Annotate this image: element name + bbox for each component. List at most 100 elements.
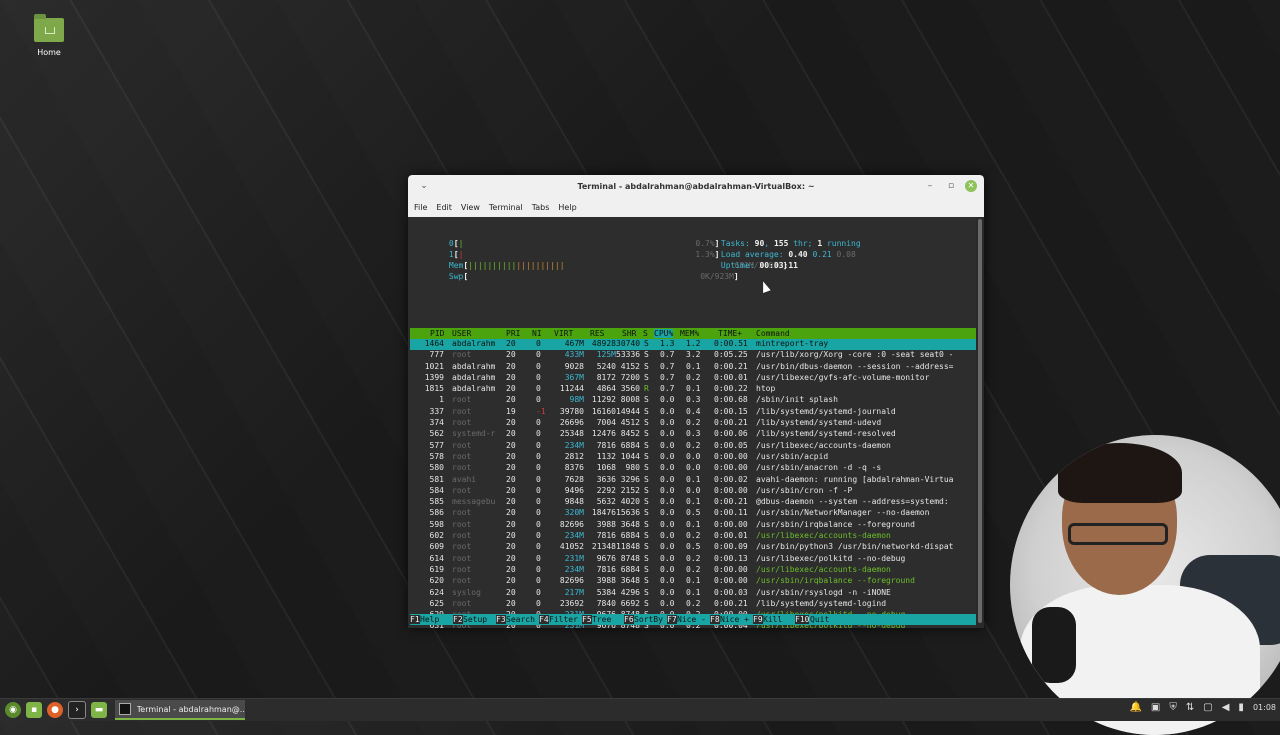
process-row[interactable]: 577 root 20 0 234M 7816 6884 S 0.0 0.2 0:00.05/usr…: [410, 441, 976, 452]
process-row[interactable]: 609 root 20 0 41052 21348 11848 S 0.0 0.5 0:00.09 /…: [410, 542, 976, 553]
minimize-button[interactable]: –: [924, 180, 936, 192]
firefox-icon[interactable]: ●: [47, 702, 63, 718]
process-row[interactable]: 578 root 20 0 2812 1132 1044 S 0.0 0.0 0:00.00/usr…: [410, 452, 976, 463]
menu-view[interactable]: View: [461, 203, 480, 212]
process-row[interactable]: 1464 abdalrahm 20 0 467M 48928 30740 S 1.3 1.2 0:0…: [410, 339, 976, 351]
process-row[interactable]: 602 root 20 0 234M 7816 6884 S 0.0 0.2 0:00.01/usr…: [410, 531, 976, 542]
menu-tabs[interactable]: Tabs: [532, 203, 550, 212]
cell-s: S: [644, 372, 649, 382]
fkey-f5[interactable]: F5: [582, 615, 592, 624]
process-row[interactable]: 581 avahi 20 0 7628 3636 3296 S 0.0 0.1 0:00.02 ava…: [410, 475, 976, 486]
process-row[interactable]: 1021 abdalrahm 20 0 9028 5240 4152 S 0.7 0.1 0:00.…: [410, 362, 976, 373]
fkey-f10[interactable]: F10: [795, 615, 810, 624]
process-row[interactable]: 624 syslog 20 0 217M 5384 4296 S 0.0 0.1 0:00.03/u…: [410, 588, 976, 599]
process-row[interactable]: 337 root 19 -1 39780 16160 14944 S 0.0 0.4 0:00.15…: [410, 407, 976, 418]
mint-menu-icon[interactable]: ◉: [5, 702, 21, 718]
fkey-f2[interactable]: F2: [453, 615, 463, 624]
fkey-label[interactable]: Nice -: [677, 615, 706, 624]
col-time[interactable]: TIME+: [718, 329, 742, 338]
person-hair: [1058, 443, 1182, 503]
col-res[interactable]: RES: [590, 329, 604, 338]
process-row[interactable]: 584 root 20 0 9496 2292 2152 S 0.0 0.0 0:00.00/usr…: [410, 486, 976, 497]
process-row[interactable]: 585 messagebu 20 0 9848 5632 4020 S 0.0 0.1 0:00.2…: [410, 497, 976, 508]
volume-icon[interactable]: ◀: [1222, 702, 1230, 713]
process-row[interactable]: 1 root 20 0 98M 11292 8008 S 0.0 0.3 0:00.68/sbin/…: [410, 395, 976, 406]
menu-help[interactable]: Help: [558, 203, 576, 212]
col-s[interactable]: S: [643, 329, 648, 338]
cell-virt: 320M: [564, 508, 584, 518]
col-pid[interactable]: PID: [430, 329, 444, 338]
fkey-f9[interactable]: F9: [753, 615, 763, 624]
process-row[interactable]: 614 root 20 0 231M 9676 8748 S 0.0 0.2 0:00.13/usr…: [410, 554, 976, 565]
process-row[interactable]: 562 systemd-r 20 0 25348 12476 8452 S 0.0 0.3 0:00…: [410, 429, 976, 440]
cell-time: 0:00.21: [714, 418, 748, 428]
cell-cpu: 0.0: [660, 587, 675, 597]
process-row[interactable]: 1399 abdalrahm 20 0 367M 8172 7200 S 0.7 0.2 0:00.…: [410, 373, 976, 384]
process-row[interactable]: 625 root 20 0 23692 7840 6692 S 0.0 0.2 0:00.21/li…: [410, 599, 976, 610]
fkey-label[interactable]: Search: [506, 615, 535, 624]
col-user[interactable]: USER: [452, 329, 471, 338]
process-row[interactable]: 620 root 20 0 82696 3988 3648 S 0.0 0.1 0:00.00/us…: [410, 576, 976, 587]
fkey-label[interactable]: SortBy: [634, 615, 663, 624]
fkey-label[interactable]: Help: [420, 615, 439, 624]
cell-pri: 20: [506, 339, 516, 348]
menu-file[interactable]: File: [414, 203, 427, 212]
col-cpu[interactable]: CPU%: [654, 329, 674, 338]
cell-ni: 0: [536, 384, 541, 394]
fkey-f6[interactable]: F6: [624, 615, 634, 624]
cell-shr: 6884: [620, 531, 640, 541]
col-pri[interactable]: PRI: [506, 329, 520, 338]
cell-user: root: [452, 395, 472, 405]
menu-terminal[interactable]: Terminal: [489, 203, 523, 212]
update-icon[interactable]: ▢: [1203, 702, 1212, 713]
cell-user: avahi: [452, 474, 477, 484]
process-row[interactable]: 374 root 20 0 26696 7004 4512 S 0.0 0.2 0:00.21/li…: [410, 418, 976, 429]
process-row[interactable]: 619 root 20 0 234M 7816 6884 S 0.0 0.2 0:00.00/usr…: [410, 565, 976, 576]
clipboard-icon[interactable]: ▣: [1151, 702, 1160, 713]
clock[interactable]: 01:08: [1253, 703, 1276, 712]
cell-shr: 4296: [620, 587, 640, 597]
taskbar-terminal-item[interactable]: Terminal - abdalrahman@...: [115, 700, 245, 720]
col-shr[interactable]: SHR: [622, 329, 636, 338]
shield-icon[interactable]: ⛨: [1169, 702, 1177, 713]
fkey-label[interactable]: Tree: [592, 615, 611, 624]
col-ni[interactable]: NI: [532, 329, 542, 338]
htop-terminal[interactable]: 0[| 0.7%] 1[| 1.3%] Mem[||||||||||||||||||…: [408, 217, 976, 628]
fkey-label[interactable]: Setup: [463, 615, 487, 624]
maximize-button[interactable]: ▫: [945, 180, 957, 192]
menu-edit[interactable]: Edit: [436, 203, 452, 212]
process-row[interactable]: 1815 abdalrahm 20 0 11244 4864 3560 R 0.7 0.1 0:00…: [410, 384, 976, 395]
fkey-f8[interactable]: F8: [710, 615, 720, 624]
col-mem[interactable]: MEM%: [680, 329, 699, 338]
terminal-launcher-icon[interactable]: ›: [68, 701, 86, 719]
network-icon[interactable]: ⇅: [1186, 702, 1194, 713]
uptime-prefix: Uptime:: [720, 261, 755, 270]
fkey-label[interactable]: Kill: [763, 615, 782, 624]
fkey-label[interactable]: Quit: [810, 615, 829, 624]
fkey-f1[interactable]: F1: [410, 615, 420, 624]
process-row[interactable]: 598 root 20 0 82696 3988 3648 S 0.0 0.1 0:00.00/us…: [410, 520, 976, 531]
cell-cpu: 1.3: [660, 339, 675, 348]
fkey-f3[interactable]: F3: [496, 615, 506, 624]
files-icon[interactable]: ▬: [91, 702, 107, 718]
cell-user: root: [452, 531, 472, 541]
fkey-f7[interactable]: F7: [667, 615, 677, 624]
show-desktop-icon[interactable]: ▪: [26, 702, 42, 718]
home-folder-icon[interactable]: Home: [24, 14, 74, 57]
fkey-label[interactable]: Nice +: [720, 615, 749, 624]
fkey-f4[interactable]: F4: [539, 615, 549, 624]
terminal-scrollbar[interactable]: [976, 217, 984, 628]
cell-pid: 1464: [424, 339, 444, 348]
fkey-label[interactable]: Filter: [549, 615, 578, 624]
close-button[interactable]: ✕: [965, 180, 977, 192]
col-virt[interactable]: VIRT: [554, 329, 573, 338]
col-command[interactable]: Command: [756, 329, 790, 338]
process-row[interactable]: 580 root 20 0 8376 1068 980 S 0.0 0.0 0:00.00/usr/…: [410, 463, 976, 474]
cell-cpu: 0.0: [660, 497, 675, 507]
cell-res: 7004: [596, 418, 616, 428]
process-row[interactable]: 777 root 20 0 433M 125M 53336 S 0.7 3.2 0:05.25/us…: [410, 350, 976, 361]
notifications-icon[interactable]: 🔔: [1129, 702, 1141, 713]
process-row[interactable]: 586 root 20 0 320M 18476 15636 S 0.0 0.5 0:00.11/u…: [410, 508, 976, 519]
window-titlebar[interactable]: ⌄ Terminal - abdalrahman@abdalrahman-Vir…: [408, 175, 984, 197]
battery-icon[interactable]: ▮: [1238, 702, 1244, 713]
